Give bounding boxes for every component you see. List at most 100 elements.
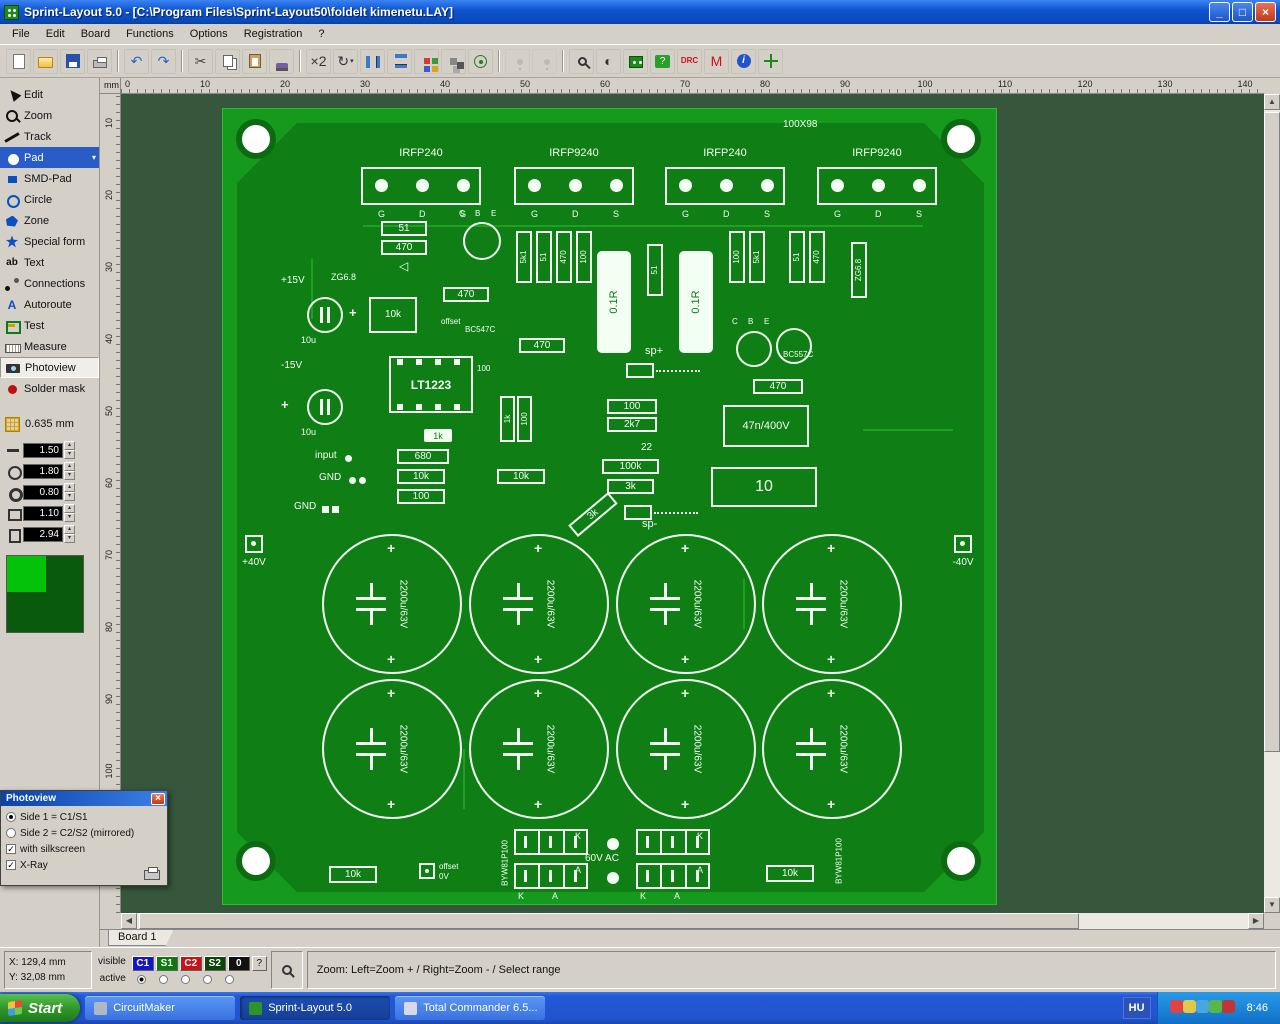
tray-icon-1[interactable] <box>1169 1000 1183 1013</box>
photoview-option-side-1-c1-s1[interactable]: Side 1 = C1/S1 <box>1 809 167 825</box>
pcb-canvas[interactable]: 100X98 IRFP240 G D S IRFP9240 G D S IRFP240 G D S IRF… <box>121 94 1264 913</box>
info-button[interactable]: i <box>731 48 756 74</box>
tool-solder-mask[interactable]: Solder mask <box>0 378 99 399</box>
task-sprint-layout-5-0[interactable]: Sprint-Layout 5.0 <box>240 996 391 1020</box>
menu-item-registration[interactable]: Registration <box>236 26 311 42</box>
task-total-commander-6-5[interactable]: Total Commander 6.5... <box>395 996 546 1020</box>
tool-zone[interactable]: Zone <box>0 210 99 231</box>
menu-item-options[interactable]: Options <box>182 26 236 42</box>
layer-visible-0[interactable]: 0 <box>227 956 250 971</box>
dialog-titlebar[interactable]: Photoview × <box>1 791 167 806</box>
spinner-up-icon[interactable]: ▴ <box>64 441 75 450</box>
tab-board-1[interactable]: Board 1 <box>108 930 174 946</box>
minimize-button[interactable]: _ <box>1209 2 1230 22</box>
copy-button[interactable] <box>215 48 240 74</box>
tool-connections[interactable]: Connections <box>0 273 99 294</box>
photoview-contrast-button[interactable]: ◐ <box>596 48 621 74</box>
spinner-down-icon[interactable]: ▾ <box>64 534 75 543</box>
layer-active-radio-c1[interactable] <box>136 975 146 984</box>
zoom-mode-button[interactable] <box>270 951 303 989</box>
macros-button[interactable]: M <box>704 48 729 74</box>
tool-pad[interactable]: Pad ▾ <box>0 147 99 168</box>
layer-active-radio-s2[interactable] <box>202 975 212 984</box>
layer-active-radio-s1[interactable] <box>158 975 168 984</box>
tool-track[interactable]: Track <box>0 126 99 147</box>
layer-active-radio-c2[interactable] <box>180 975 190 984</box>
radio-checked-icon[interactable] <box>6 812 16 822</box>
menu-item-help[interactable]: ? <box>310 26 332 42</box>
tool-photoview[interactable]: Photoview <box>0 357 99 378</box>
language-indicator[interactable]: HU <box>1122 997 1151 1019</box>
checkbox-checked-icon[interactable]: ✓ <box>6 860 16 870</box>
tool-test[interactable]: Test <box>0 315 99 336</box>
new-button[interactable] <box>6 48 31 74</box>
spinner-up-icon[interactable]: ▴ <box>64 504 75 513</box>
horizontal-scroll-track[interactable] <box>137 913 1248 929</box>
param-spinner[interactable]: ▴ ▾ <box>64 525 75 543</box>
spinner-up-icon[interactable]: ▴ <box>64 525 75 534</box>
layers-button[interactable] <box>623 48 648 74</box>
mirror-horizontal-button[interactable] <box>360 48 385 74</box>
horizontal-scroll-thumb[interactable] <box>139 913 1079 929</box>
layer-visible-c2[interactable]: C2 <box>179 956 202 971</box>
scale-x2-button[interactable]: ×2 <box>306 48 331 74</box>
vertical-scroll-thumb[interactable] <box>1264 112 1280 752</box>
vertical-scrollbar[interactable]: ▲ ▼ <box>1264 94 1280 913</box>
snap-crosshair-button[interactable] <box>758 48 783 74</box>
layer-visible-s1[interactable]: S1 <box>155 956 178 971</box>
ratsnest-button[interactable] <box>468 48 493 74</box>
spinner-up-icon[interactable]: ▴ <box>64 462 75 471</box>
save-button[interactable] <box>60 48 85 74</box>
print-button[interactable] <box>87 48 112 74</box>
close-button[interactable]: × <box>1255 2 1276 22</box>
layer-visible-c1[interactable]: C1 <box>131 956 154 971</box>
photoview-option-side-2-c2-s2-mirrored[interactable]: Side 2 = C2/S2 (mirrored) <box>1 825 167 841</box>
open-button[interactable] <box>33 48 58 74</box>
param-value[interactable]: 2.94 <box>23 526 63 542</box>
tray-icon-4[interactable] <box>1208 1000 1222 1013</box>
tool-zoom[interactable]: Zoom <box>0 105 99 126</box>
param-spinner[interactable]: ▴ ▾ <box>64 441 75 459</box>
redo-button[interactable]: ↷ <box>151 48 176 74</box>
tray-icon-2[interactable] <box>1182 1000 1196 1013</box>
tool-circle[interactable]: Circle <box>0 189 99 210</box>
param-spinner[interactable]: ▴ ▾ <box>64 483 75 501</box>
tool-measure[interactable]: Measure <box>0 336 99 357</box>
menu-item-edit[interactable]: Edit <box>38 26 73 42</box>
maximize-button[interactable]: □ <box>1232 2 1253 22</box>
layer-active-radio-0[interactable] <box>224 975 234 984</box>
vertical-scroll-track[interactable] <box>1264 110 1280 897</box>
mirror-vertical-button[interactable] <box>387 48 412 74</box>
menu-item-functions[interactable]: Functions <box>118 26 182 42</box>
checkbox-checked-icon[interactable]: ✓ <box>6 844 16 854</box>
param-value[interactable]: 0.80 <box>23 484 63 500</box>
scroll-up-button[interactable]: ▲ <box>1264 94 1280 110</box>
menu-item-file[interactable]: File <box>4 26 38 42</box>
param-spinner[interactable]: ▴ ▾ <box>64 462 75 480</box>
paste-button[interactable] <box>242 48 267 74</box>
grid-setting-button[interactable]: 0.635 mm <box>0 415 99 433</box>
spinner-down-icon[interactable]: ▾ <box>64 471 75 480</box>
tool-text[interactable]: ab Text <box>0 252 99 273</box>
undo-button[interactable]: ↶ <box>124 48 149 74</box>
start-button[interactable]: Start <box>0 994 81 1022</box>
tool-edit[interactable]: Edit <box>0 84 99 105</box>
tool-special-form[interactable]: Special form <box>0 231 99 252</box>
scroll-right-button[interactable]: ▶ <box>1248 913 1264 929</box>
photoview-option-x-ray[interactable]: ✓ X-Ray <box>1 857 167 873</box>
layer-color-swatch[interactable] <box>6 555 84 633</box>
stamp-button[interactable] <box>269 48 294 74</box>
tool-autoroute[interactable]: A Autoroute <box>0 294 99 315</box>
zoom-tool-button[interactable] <box>569 48 594 74</box>
radio-unchecked-icon[interactable] <box>6 828 16 838</box>
param-value[interactable]: 1.50 <box>23 442 63 458</box>
rotate-button[interactable]: ↻ ▾ <box>333 48 358 74</box>
spinner-up-icon[interactable]: ▴ <box>64 483 75 492</box>
spinner-down-icon[interactable]: ▾ <box>64 450 75 459</box>
photoview-option-with-silkscreen[interactable]: ✓ with silkscreen <box>1 841 167 857</box>
menu-item-board[interactable]: Board <box>73 26 118 42</box>
horizontal-scrollbar[interactable]: ◀ ▶ <box>121 913 1264 929</box>
component-help-button[interactable]: ? <box>650 48 675 74</box>
drc-button[interactable]: DRC <box>677 48 702 74</box>
cut-button[interactable]: ✂ <box>188 48 213 74</box>
